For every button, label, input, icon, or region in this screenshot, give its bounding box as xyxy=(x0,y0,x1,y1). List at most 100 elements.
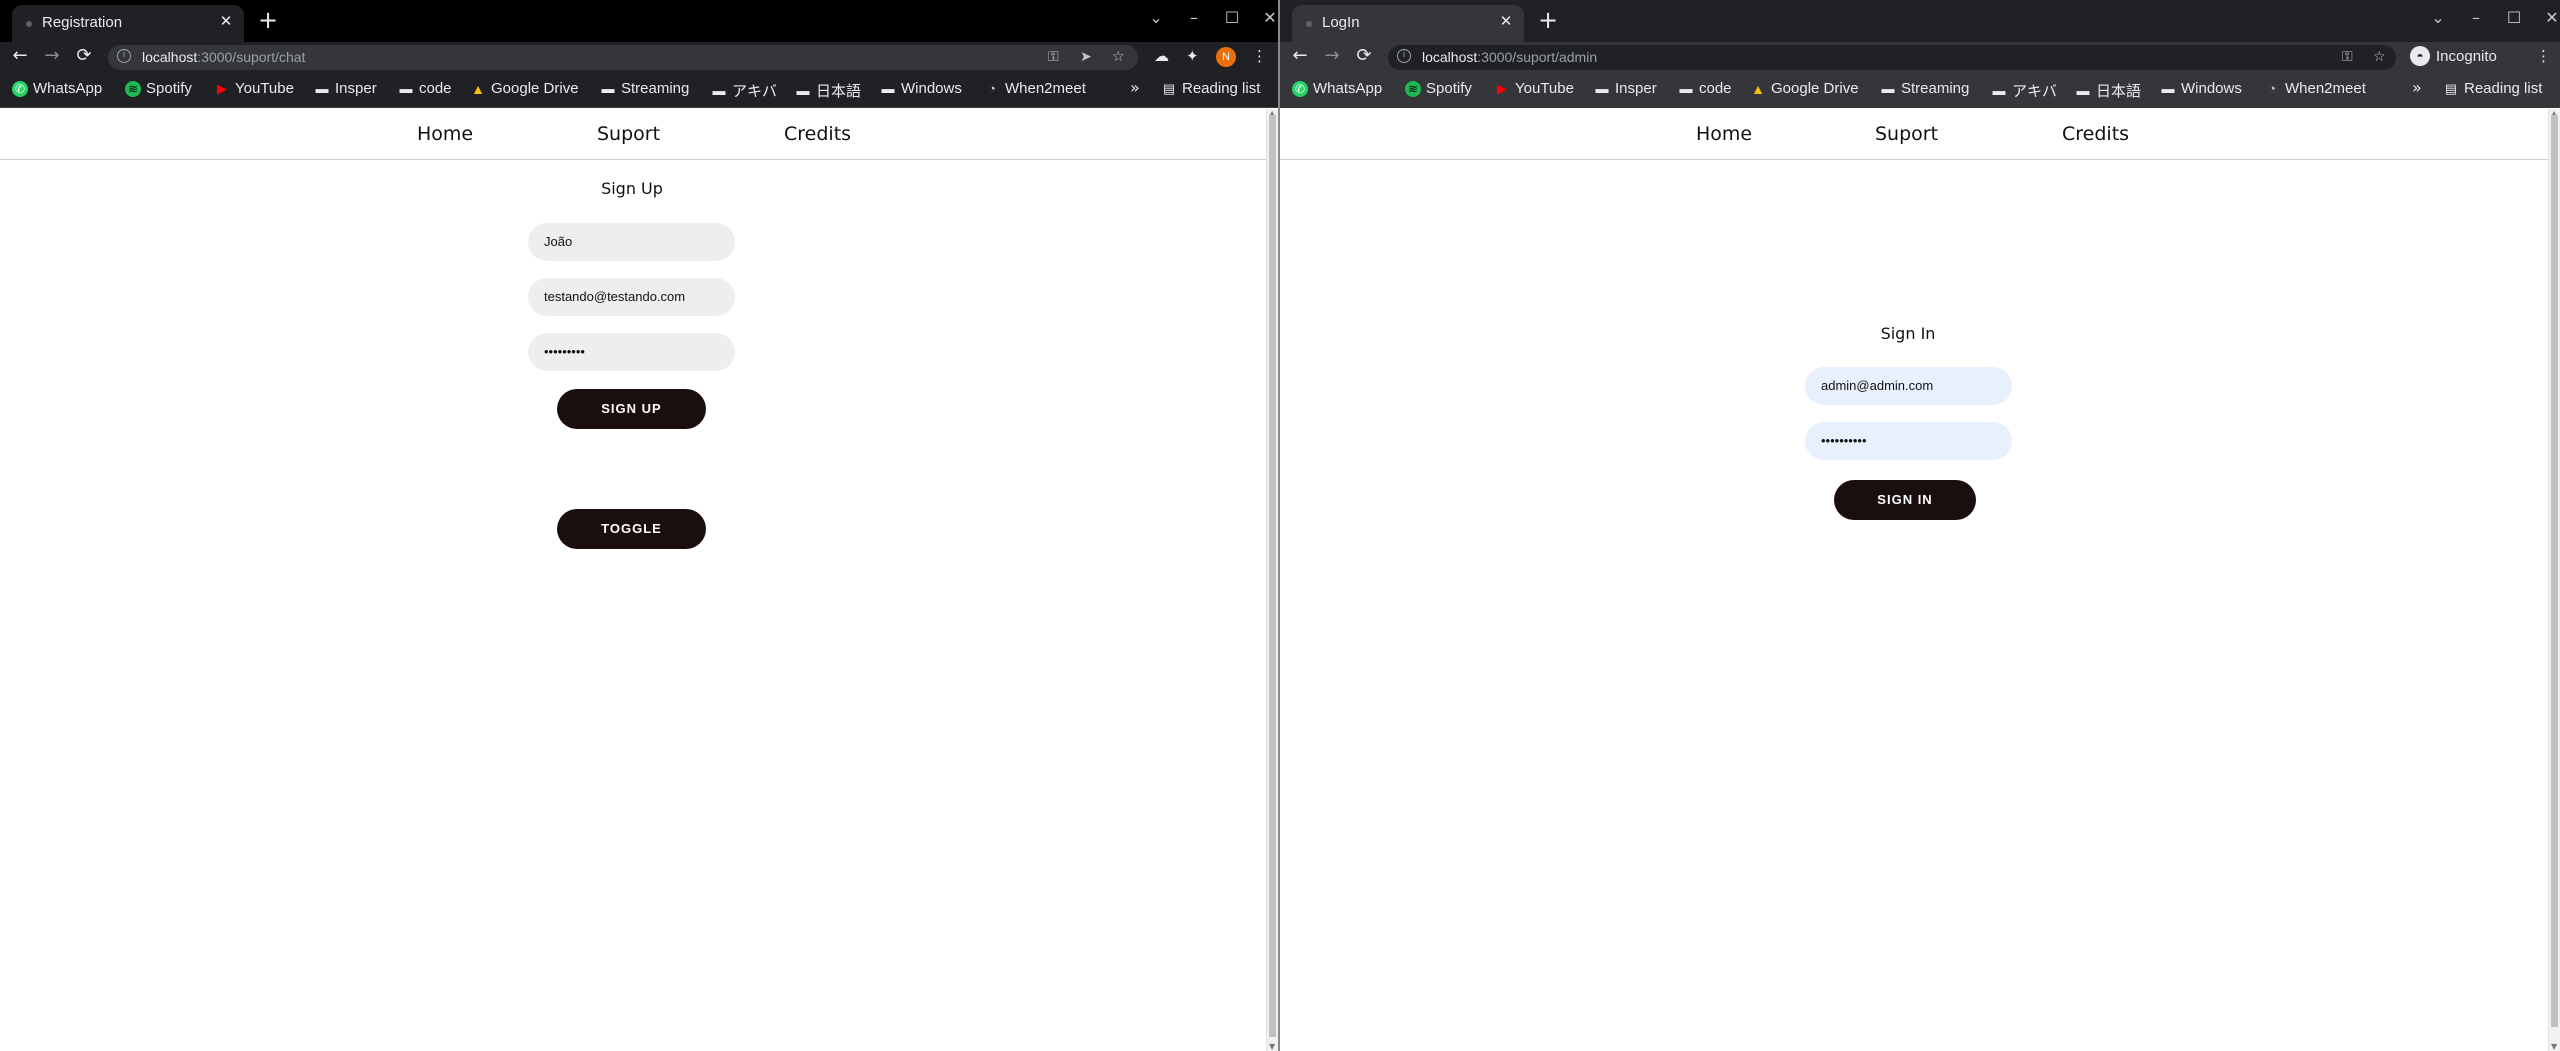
extensions-puzzle-icon[interactable]: ✦ xyxy=(1186,47,1199,65)
nav-suport-link[interactable]: Suport xyxy=(597,123,660,145)
forward-button[interactable]: → xyxy=(1320,45,1344,66)
bookmark-whatsapp[interactable]: ✆ WhatsApp xyxy=(1292,80,1382,97)
tab-favicon-icon xyxy=(1306,21,1312,27)
incognito-indicator[interactable]: ◓ Incognito xyxy=(2410,46,2497,66)
bookmark-akiba[interactable]: ▬ アキバ xyxy=(1991,80,2058,101)
page-content: Home Suport Credits Sign Up João testand… xyxy=(0,109,1278,1051)
bookmark-code[interactable]: ▬ code xyxy=(1678,80,1732,97)
bookmark-spotify[interactable]: ≋ Spotify xyxy=(1405,80,1472,97)
extension-icon[interactable]: ☁ xyxy=(1154,47,1169,65)
back-button[interactable]: ← xyxy=(1288,45,1312,66)
bookmark-google-drive[interactable]: ▲ Google Drive xyxy=(470,80,578,97)
url-text[interactable]: localhost:3000/suport/admin xyxy=(1422,49,1597,65)
scroll-down-icon[interactable]: ▼ xyxy=(1269,1042,1275,1051)
password-input[interactable]: ••••••••• xyxy=(528,333,735,371)
bookmark-star-icon[interactable]: ☆ xyxy=(1112,49,1125,65)
close-window-button[interactable]: ✕ xyxy=(2544,8,2560,27)
name-input[interactable]: João xyxy=(528,223,735,261)
reading-list-button[interactable]: ▤ Reading list xyxy=(1161,80,1261,97)
tab-registration[interactable]: Registration ✕ xyxy=(12,5,244,42)
bookmark-nihongo[interactable]: ▬ 日本語 xyxy=(795,80,862,101)
tab-close-icon[interactable]: ✕ xyxy=(1496,12,1516,30)
bookmark-streaming[interactable]: ▬ Streaming xyxy=(600,80,690,97)
bookmark-google-drive[interactable]: ▲ Google Drive xyxy=(1750,80,1858,97)
page-scrollbar[interactable]: ▲ ▼ xyxy=(2548,109,2560,1051)
page-content: Home Suport Credits Sign In admin@admin.… xyxy=(1280,109,2560,1051)
nav-suport-link[interactable]: Suport xyxy=(1875,123,1938,145)
chevron-down-icon[interactable]: ⌄ xyxy=(2430,8,2446,27)
reading-list-button[interactable]: ▤ Reading list xyxy=(2443,80,2543,97)
reload-button[interactable]: ⟳ xyxy=(72,45,96,66)
password-input[interactable]: •••••••••• xyxy=(1805,422,2012,460)
bookmark-insper[interactable]: ▬ Insper xyxy=(314,80,377,97)
nav-credits-link[interactable]: Credits xyxy=(2062,123,2129,145)
bookmark-whatsapp[interactable]: ✆ WhatsApp xyxy=(12,80,102,97)
nav-home-link[interactable]: Home xyxy=(1696,123,1752,145)
bookmark-spotify[interactable]: ≋ Spotify xyxy=(125,80,192,97)
bookmark-code[interactable]: ▬ code xyxy=(398,80,452,97)
screen: Registration ✕ + ⌄ – ☐ ✕ ← → ⟳ i localho… xyxy=(0,0,2560,1051)
bookmark-when2meet[interactable]: ◔ When2meet xyxy=(984,80,1086,97)
minimize-button[interactable]: – xyxy=(1186,8,1202,27)
close-window-button[interactable]: ✕ xyxy=(1262,8,1278,27)
new-tab-button[interactable]: + xyxy=(1538,8,1558,32)
back-button[interactable]: ← xyxy=(8,45,32,66)
bookmark-insper[interactable]: ▬ Insper xyxy=(1594,80,1657,97)
nav-credits-link[interactable]: Credits xyxy=(784,123,851,145)
email-input[interactable]: admin@admin.com xyxy=(1805,367,2012,405)
scroll-down-icon[interactable]: ▼ xyxy=(2551,1042,2557,1051)
minimize-button[interactable]: – xyxy=(2468,8,2484,27)
key-icon[interactable]: ⚿ xyxy=(1048,49,1059,65)
maximize-button[interactable]: ☐ xyxy=(1224,8,1240,27)
chevron-down-icon[interactable]: ⌄ xyxy=(1148,8,1164,27)
scrollbar-thumb[interactable] xyxy=(1269,115,1276,1037)
url-text[interactable]: localhost:3000/suport/chat xyxy=(142,49,305,65)
key-icon[interactable]: ⚿ xyxy=(2342,49,2353,65)
reload-button[interactable]: ⟳ xyxy=(1352,45,1376,66)
whatsapp-icon: ✆ xyxy=(1292,80,1308,97)
site-info-icon[interactable]: i xyxy=(1397,49,1411,63)
bookmark-streaming[interactable]: ▬ Streaming xyxy=(1880,80,1970,97)
site-nav: Home Suport Credits xyxy=(0,109,1278,160)
folder-icon: ▬ xyxy=(881,80,895,96)
scrollbar-thumb[interactable] xyxy=(2551,115,2558,1027)
menu-icon[interactable]: ⋮ xyxy=(2536,47,2551,65)
email-input[interactable]: testando@testando.com xyxy=(528,278,735,316)
bookmark-when2meet[interactable]: ◔ When2meet xyxy=(2264,80,2366,97)
bookmark-nihongo[interactable]: ▬ 日本語 xyxy=(2075,80,2142,101)
profile-avatar[interactable]: N xyxy=(1216,47,1236,67)
bookmark-windows[interactable]: ▬ Windows xyxy=(880,80,962,97)
bookmark-youtube[interactable]: ▶ YouTube xyxy=(1494,80,1574,97)
folder-icon: ▬ xyxy=(2076,82,2090,98)
menu-icon[interactable]: ⋮ xyxy=(1252,47,1267,65)
forward-button[interactable]: → xyxy=(40,45,64,66)
bookmark-akiba[interactable]: ▬ アキバ xyxy=(711,80,778,101)
sign-up-button[interactable]: SIGN UP xyxy=(557,389,706,429)
page-scrollbar[interactable]: ▲ ▼ xyxy=(1266,109,1278,1051)
folder-icon: ▬ xyxy=(1881,80,1895,96)
tab-favicon-icon xyxy=(26,21,32,27)
nav-home-link[interactable]: Home xyxy=(417,123,473,145)
more-bookmarks-button[interactable]: » xyxy=(2412,78,2422,97)
toggle-button[interactable]: TOGGLE xyxy=(557,509,706,549)
toolbar: ← → ⟳ i localhost:3000/suport/admin ⚿ ☆ … xyxy=(1280,42,2560,72)
bookmark-youtube[interactable]: ▶ YouTube xyxy=(214,80,294,97)
send-tab-icon[interactable]: ➤ xyxy=(1080,49,1092,65)
address-bar[interactable]: i localhost:3000/suport/admin ⚿ ☆ xyxy=(1388,45,2396,70)
tab-login[interactable]: LogIn ✕ xyxy=(1292,5,1524,42)
site-nav: Home Suport Credits xyxy=(1280,109,2560,160)
maximize-button[interactable]: ☐ xyxy=(2506,8,2522,27)
window-controls: ⌄ – ☐ ✕ xyxy=(2430,8,2560,27)
folder-icon: ▬ xyxy=(1992,82,2006,98)
bookmark-star-icon[interactable]: ☆ xyxy=(2373,49,2386,65)
sign-in-button[interactable]: SIGN IN xyxy=(1834,480,1976,520)
bookmark-windows[interactable]: ▬ Windows xyxy=(2160,80,2242,97)
tab-close-icon[interactable]: ✕ xyxy=(216,12,236,30)
site-info-icon[interactable]: i xyxy=(117,49,131,63)
youtube-icon: ▶ xyxy=(217,80,227,96)
address-bar[interactable]: i localhost:3000/suport/chat ⚿ ➤ ☆ xyxy=(108,45,1138,70)
sign-in-title: Sign In xyxy=(1880,324,1936,343)
more-bookmarks-button[interactable]: » xyxy=(1130,78,1140,97)
new-tab-button[interactable]: + xyxy=(258,8,278,32)
browser-window-login: LogIn ✕ + ⌄ – ☐ ✕ ← → ⟳ i localhost:3000… xyxy=(1278,0,2560,1051)
